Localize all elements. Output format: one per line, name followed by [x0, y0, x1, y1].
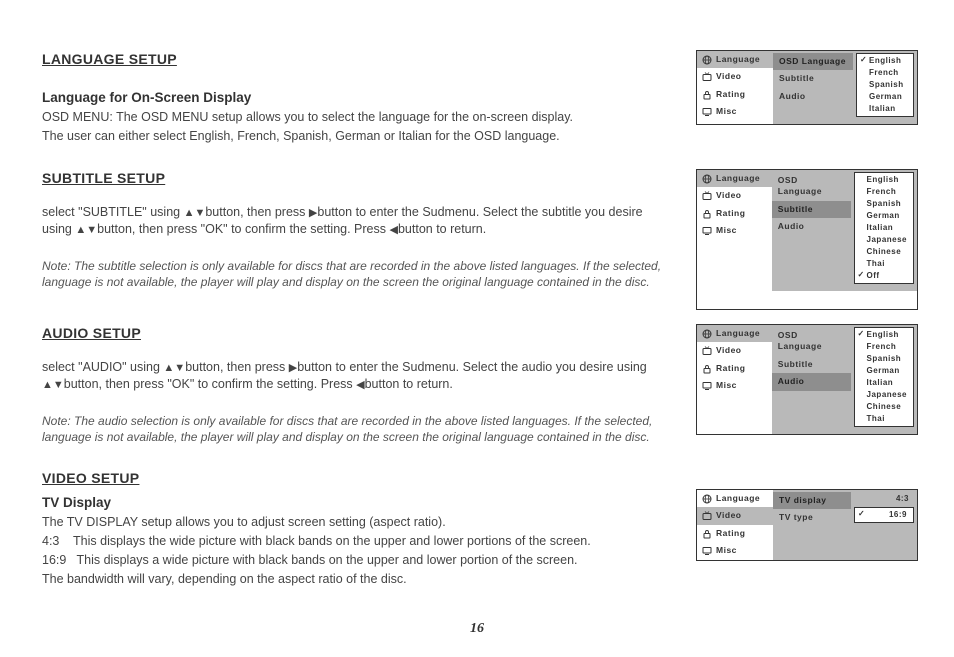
audio-opt[interactable]: Thai — [855, 413, 913, 425]
language-setup-heading: LANGUAGE SETUP — [42, 50, 672, 69]
subtitle-setup-heading: SUBTITLE SETUP — [42, 169, 672, 188]
updown-icon: ▲▼ — [184, 207, 206, 219]
left-icon: ◀ — [356, 379, 364, 391]
lock-icon — [702, 209, 712, 219]
tv-icon — [702, 191, 712, 201]
menu-left-video[interactable]: Video — [697, 507, 773, 524]
menu-left-video[interactable]: Video — [697, 187, 772, 204]
tv-opt-16-9[interactable]: 16:9 — [855, 509, 913, 521]
sub-opt[interactable]: Thai — [855, 258, 913, 270]
page-number: 16 — [0, 620, 954, 639]
menu-left-video[interactable]: Video — [697, 342, 772, 359]
sub-opt-off[interactable]: Off — [855, 270, 913, 282]
lock-icon — [702, 364, 712, 374]
audio-opt[interactable]: French — [855, 341, 913, 353]
lang-opt-german[interactable]: German — [857, 91, 913, 103]
menu-left-misc[interactable]: Misc — [697, 377, 772, 394]
sub-opt[interactable]: German — [855, 210, 913, 222]
menu-left-video[interactable]: Video — [697, 68, 773, 85]
menu-mid-osd-language[interactable]: OSD Language — [772, 327, 851, 356]
sub-opt[interactable]: Spanish — [855, 198, 913, 210]
audio-setup-heading: AUDIO SETUP — [42, 324, 672, 343]
monitor-icon — [702, 381, 712, 391]
menu-left-language[interactable]: Language — [697, 490, 773, 507]
tv-icon — [702, 511, 712, 521]
video-setup-heading: VIDEO SETUP — [42, 469, 672, 488]
subtitle-note: Note: The subtitle selection is only ava… — [42, 258, 672, 290]
menu-left-language[interactable]: Language — [697, 325, 772, 342]
menu-left-misc[interactable]: Misc — [697, 542, 773, 559]
menu-mid-subtitle[interactable]: Subtitle — [772, 201, 851, 218]
audio-opt[interactable]: Italian — [855, 377, 913, 389]
sub-opt[interactable]: Japanese — [855, 234, 913, 246]
monitor-icon — [702, 107, 712, 117]
monitor-icon — [702, 546, 712, 556]
osd-menu-subtitle: Language Video Rating Misc OSD Language … — [696, 169, 918, 310]
audio-opt[interactable]: English — [855, 329, 913, 341]
menu-left-rating[interactable]: Rating — [697, 360, 772, 377]
menu-left-language[interactable]: Language — [697, 51, 773, 68]
audio-opt[interactable]: German — [855, 365, 913, 377]
audio-opt[interactable]: Spanish — [855, 353, 913, 365]
video-p3: 16:9 This displays a wide picture with b… — [42, 552, 672, 569]
sub-opt[interactable]: English — [855, 174, 913, 186]
menu-left-language[interactable]: Language — [697, 170, 772, 187]
sub-opt[interactable]: Italian — [855, 222, 913, 234]
sub-opt[interactable]: French — [855, 186, 913, 198]
menu-mid-osd-language[interactable]: OSD Language — [773, 53, 853, 70]
updown-icon: ▲▼ — [163, 362, 185, 374]
audio-para: select "AUDIO" using ▲▼button, then pres… — [42, 359, 672, 393]
language-para-2: The user can either select English, Fren… — [42, 128, 672, 145]
globe-icon — [702, 329, 712, 339]
osd-menu-language: Language Video Rating Misc OSD Language … — [696, 50, 918, 125]
menu-mid-subtitle[interactable]: Subtitle — [773, 70, 853, 87]
osd-menu-video: Language Video Rating Misc TV display TV… — [696, 489, 918, 561]
menu-left-rating[interactable]: Rating — [697, 205, 772, 222]
menu-left-misc[interactable]: Misc — [697, 103, 773, 120]
tv-icon — [702, 72, 712, 82]
left-icon: ◀ — [390, 224, 398, 236]
right-icon: ▶ — [289, 362, 297, 374]
video-p1: The TV DISPLAY setup allows you to adjus… — [42, 514, 672, 531]
menu-mid-audio[interactable]: Audio — [773, 88, 853, 105]
globe-icon — [702, 174, 712, 184]
menu-mid-audio[interactable]: Audio — [772, 373, 851, 390]
updown-icon: ▲▼ — [75, 224, 97, 236]
language-subheading: Language for On-Screen Display — [42, 89, 672, 107]
lang-opt-spanish[interactable]: Spanish — [857, 79, 913, 91]
lang-opt-french[interactable]: French — [857, 67, 913, 79]
video-p4: The bandwidth will vary, depending on th… — [42, 571, 672, 588]
lang-opt-italian[interactable]: Italian — [857, 103, 913, 115]
monitor-icon — [702, 226, 712, 236]
globe-icon — [702, 494, 712, 504]
sub-opt[interactable]: Chinese — [855, 246, 913, 258]
globe-icon — [702, 55, 712, 65]
video-subheading: TV Display — [42, 494, 672, 512]
tv-icon — [702, 346, 712, 356]
audio-opt[interactable]: Japanese — [855, 389, 913, 401]
updown-icon: ▲▼ — [42, 379, 64, 391]
menu-mid-tv-display[interactable]: TV display — [773, 492, 851, 509]
video-p2: 4:3 This displays the wide picture with … — [42, 533, 672, 550]
lock-icon — [702, 90, 712, 100]
audio-note: Note: The audio selection is only availa… — [42, 413, 672, 445]
audio-opt[interactable]: Chinese — [855, 401, 913, 413]
subtitle-para: select "SUBTITLE" using ▲▼button, then p… — [42, 204, 672, 238]
menu-left-misc[interactable]: Misc — [697, 222, 772, 239]
osd-menu-audio: Language Video Rating Misc OSD Language … — [696, 324, 918, 435]
menu-mid-audio[interactable]: Audio — [772, 218, 851, 235]
tv-opt-4-3[interactable]: 4:3 — [851, 492, 917, 507]
menu-left-rating[interactable]: Rating — [697, 525, 773, 542]
menu-mid-tv-type[interactable]: TV type — [773, 509, 851, 526]
menu-left-rating[interactable]: Rating — [697, 86, 773, 103]
lang-opt-english[interactable]: English — [857, 55, 913, 67]
menu-mid-subtitle[interactable]: Subtitle — [772, 356, 851, 373]
language-para-1: OSD MENU: The OSD MENU setup allows you … — [42, 109, 672, 126]
menu-mid-osd-language[interactable]: OSD Language — [772, 172, 851, 201]
lock-icon — [702, 529, 712, 539]
